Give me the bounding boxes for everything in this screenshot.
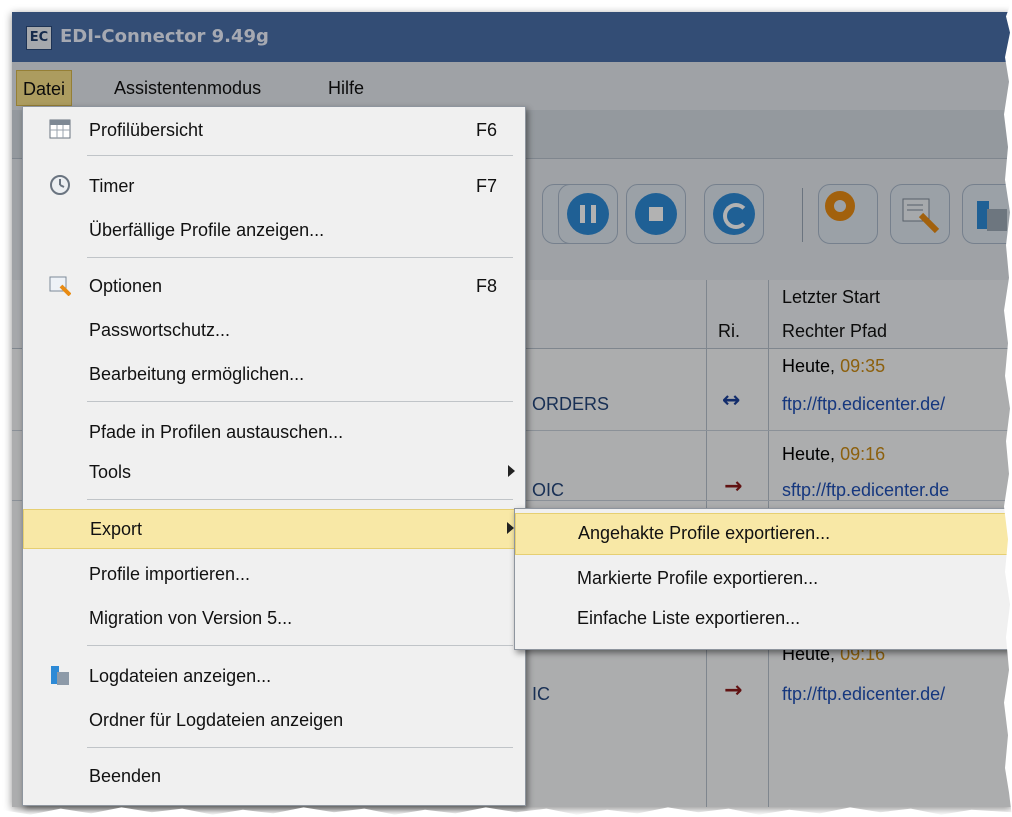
menu-item-show-logs[interactable]: Logdateien anzeigen... [23,657,525,695]
export-submenu: Angehakte Profile exportieren... Markier… [514,508,1012,650]
file-menu: Profilübersicht F6 Timer F7 Überfällige … [22,106,526,806]
clock-icon [50,175,70,195]
menu-separator [87,401,513,402]
options-icon [49,276,71,296]
menu-item-enable-editing[interactable]: Bearbeitung ermöglichen... [23,355,525,393]
menu-item-show-log-folder[interactable]: Ordner für Logdateien anzeigen [23,701,525,739]
menu-separator [87,257,513,258]
menu-separator [87,747,513,748]
submenu-item-export-simple-list[interactable]: Einfache Liste exportieren... [515,599,1011,637]
menu-item-tools[interactable]: Tools [23,453,525,491]
calendar-icon [49,119,71,139]
menu-separator [87,499,513,500]
menu-separator [87,645,513,646]
menu-item-replace-paths[interactable]: Pfade in Profilen austauschen... [23,413,525,451]
menu-item-export[interactable]: Export [23,509,525,549]
menu-item-overdue-profiles[interactable]: Überfällige Profile anzeigen... [23,211,525,249]
submenu-item-export-selected[interactable]: Markierte Profile exportieren... [515,559,1011,597]
submenu-arrow-icon [507,522,514,534]
menu-item-profile-overview[interactable]: Profilübersicht F6 [23,111,525,149]
submenu-arrow-icon [508,465,515,477]
menu-item-password[interactable]: Passwortschutz... [23,311,525,349]
menu-item-exit[interactable]: Beenden [23,757,525,795]
menu-separator [87,155,513,156]
menu-item-import-profiles[interactable]: Profile importieren... [23,555,525,593]
menu-item-options[interactable]: Optionen F8 [23,267,525,305]
menu-item-timer[interactable]: Timer F7 [23,167,525,205]
submenu-item-export-checked[interactable]: Angehakte Profile exportieren... [515,513,1011,555]
menu-item-migration[interactable]: Migration von Version 5... [23,599,525,637]
log-files-icon [51,666,69,685]
